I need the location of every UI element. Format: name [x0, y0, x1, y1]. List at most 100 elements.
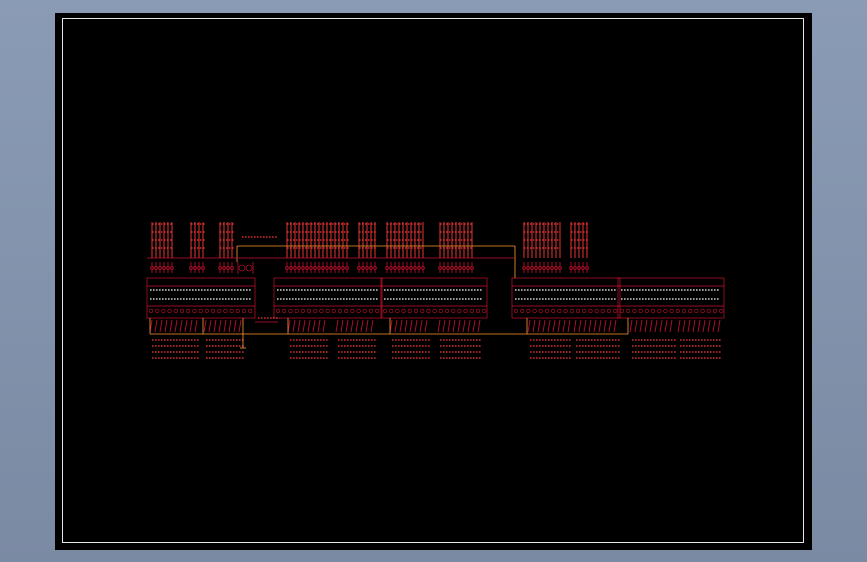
terminal-screw: [241, 308, 247, 314]
output-contact: [164, 319, 168, 333]
drawing-sheet: [55, 13, 812, 550]
output-contact: [578, 319, 582, 333]
output-contact: [159, 319, 163, 333]
terminal-screw: [368, 308, 374, 314]
output-contact: [228, 319, 232, 333]
terminal-screw: [657, 308, 662, 314]
terminal-screw: [389, 308, 394, 314]
module-1: [146, 277, 256, 319]
output-contact: [447, 319, 451, 333]
terminal-screw: [644, 308, 649, 314]
terminal-screw: [469, 308, 474, 314]
terminal-screw: [210, 308, 216, 314]
terminal-screw: [482, 308, 487, 314]
terminal-screw: [294, 308, 299, 314]
terminal-screw: [513, 308, 519, 314]
terminal-screw: [192, 308, 197, 314]
output-contact: [634, 319, 638, 333]
power-supply-symbol: [238, 264, 246, 272]
terminal-screw: [613, 308, 618, 314]
output-contact: [583, 319, 587, 333]
terminal-screw: [669, 308, 674, 314]
output-contact: [154, 319, 158, 333]
output-contact: [317, 319, 321, 333]
output-contact: [613, 319, 617, 333]
output-contact: [194, 319, 198, 333]
output-contact: [189, 319, 193, 333]
output-contact: [477, 319, 481, 333]
output-contact: [424, 319, 428, 333]
terminal-screw: [401, 308, 406, 314]
terminal-screw: [712, 308, 718, 314]
terminal-screw: [520, 308, 525, 314]
output-contact: [169, 319, 173, 333]
terminal-screw: [288, 308, 293, 314]
terminal-screw: [282, 308, 287, 314]
terminal-screw: [167, 308, 172, 314]
output-contact: [297, 319, 301, 333]
output-contact: [654, 319, 658, 333]
terminal-screw: [300, 308, 305, 314]
output-contact: [608, 319, 612, 333]
output-contact: [238, 319, 242, 333]
terminal-screw: [382, 308, 388, 314]
output-contact: [687, 319, 691, 333]
terminal-screw: [700, 308, 705, 314]
terminal-screw: [155, 308, 160, 314]
terminal-screw: [331, 308, 336, 314]
output-contact: [712, 319, 716, 333]
terminal-screw: [619, 308, 625, 314]
output-contact: [557, 319, 561, 333]
output-contact: [532, 319, 536, 333]
output-contact: [335, 319, 339, 333]
output-contact: [462, 319, 466, 333]
terminal-screw: [694, 308, 699, 314]
terminal-screw: [204, 308, 209, 314]
output-contact: [659, 319, 663, 333]
terminal-screw: [235, 308, 240, 314]
output-contact: [562, 319, 566, 333]
terminal-screw: [179, 308, 185, 314]
output-contact: [203, 319, 207, 333]
output-contact: [302, 319, 306, 333]
output-contact: [552, 319, 556, 333]
output-contact: [527, 319, 531, 333]
output-contact: [179, 319, 183, 333]
terminal-screw: [632, 308, 637, 314]
terminal-screw: [626, 308, 631, 314]
terminal-screw: [457, 308, 462, 314]
terminal-screw: [407, 308, 412, 314]
power-supply-symbol: [245, 264, 253, 272]
terminal-screw: [575, 308, 581, 314]
output-contact: [292, 319, 296, 333]
output-contact: [218, 319, 222, 333]
terminal-screw: [319, 308, 324, 314]
terminal-screw: [551, 308, 556, 314]
output-contact: [588, 319, 592, 333]
output-contact: [437, 319, 441, 333]
terminal-screw: [229, 308, 234, 314]
terminal-screw: [248, 308, 253, 314]
terminal-screw: [173, 308, 178, 314]
terminal-screw: [588, 308, 593, 314]
terminal-screw: [275, 308, 281, 314]
terminal-screw: [544, 308, 550, 314]
terminal-screw: [688, 308, 693, 314]
output-contact: [649, 319, 653, 333]
terminal-screw: [606, 308, 612, 314]
terminal-screw: [706, 308, 711, 314]
output-contact: [707, 319, 711, 333]
terminal-screw: [362, 308, 367, 314]
terminal-screw: [432, 308, 437, 314]
terminal-screw: [198, 308, 203, 314]
output-contact: [573, 319, 577, 333]
terminal-screw: [444, 308, 450, 314]
output-contact: [629, 319, 633, 333]
output-contact: [208, 319, 212, 333]
terminal-screw: [600, 308, 605, 314]
terminal-screw: [223, 308, 228, 314]
output-contact: [472, 319, 476, 333]
terminal-screw: [475, 308, 481, 314]
output-contact: [639, 319, 643, 333]
output-contact: [603, 319, 607, 333]
